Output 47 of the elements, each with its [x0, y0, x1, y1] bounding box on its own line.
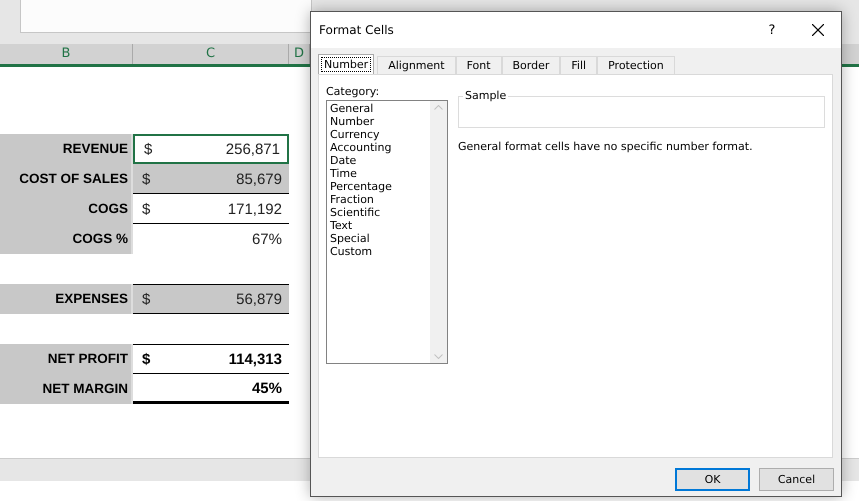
category-item[interactable]: Currency — [330, 128, 427, 141]
row-label: NET PROFIT — [0, 344, 133, 374]
help-button[interactable]: ? — [749, 12, 795, 48]
tab[interactable]: Border — [502, 56, 560, 74]
sample-label: Sample — [463, 89, 508, 102]
value-cell[interactable]: $ 256,871 — [133, 134, 289, 164]
tab[interactable]: Fill — [560, 56, 598, 74]
dialog-title: Format Cells — [319, 23, 395, 37]
category-item[interactable]: Custom — [330, 245, 427, 258]
scroll-down-icon[interactable] — [434, 354, 443, 359]
column-header[interactable]: C — [133, 44, 289, 64]
category-label: Category: — [326, 85, 380, 98]
category-item[interactable]: Date — [330, 154, 427, 167]
tab[interactable]: Alignment — [377, 56, 456, 74]
category-item[interactable]: General — [330, 102, 427, 115]
category-item[interactable]: Scientific — [330, 206, 427, 219]
format-description: General format cells have no specific number format. — [458, 140, 754, 153]
tab[interactable]: Number — [318, 54, 374, 74]
category-item[interactable]: Percentage — [330, 180, 427, 193]
value-cell[interactable]: 45% — [133, 374, 289, 404]
row-label: COGS — [0, 194, 133, 224]
category-list[interactable]: General Number Currency Accounting Date Time Percentage Fraction Scientific Text Special Custom — [326, 100, 448, 364]
formula-bar[interactable] — [20, 0, 312, 33]
row-label: REVENUE — [0, 134, 133, 164]
row-label: COGS % — [0, 224, 133, 254]
category-item[interactable]: Special — [330, 232, 427, 245]
row-label: EXPENSES — [0, 284, 133, 314]
tab[interactable]: Font — [456, 56, 502, 74]
value-cell[interactable]: $ 85,679 — [133, 164, 289, 194]
close-icon — [812, 24, 824, 36]
dialog-button[interactable]: Cancel — [759, 468, 834, 491]
dialog-button[interactable]: OK — [675, 468, 750, 491]
value-cell[interactable]: $ 171,192 — [133, 194, 289, 224]
tab[interactable]: Protection — [597, 56, 675, 74]
value-cell[interactable]: $ 56,879 — [133, 284, 289, 314]
row-label: NET MARGIN — [0, 374, 133, 404]
scrollbar[interactable] — [430, 101, 447, 363]
row-label: COST OF SALES — [0, 164, 133, 194]
category-item[interactable]: Accounting — [330, 141, 427, 154]
scroll-up-icon[interactable] — [434, 105, 443, 110]
category-item[interactable]: Time — [330, 167, 427, 180]
value-cell[interactable]: $ 114,313 — [133, 344, 289, 374]
category-item[interactable]: Number — [330, 115, 427, 128]
category-item[interactable]: Fraction — [330, 193, 427, 206]
value-cell[interactable]: 67% — [133, 224, 289, 254]
category-item[interactable]: Text — [330, 219, 427, 232]
column-header[interactable]: B — [0, 44, 133, 64]
